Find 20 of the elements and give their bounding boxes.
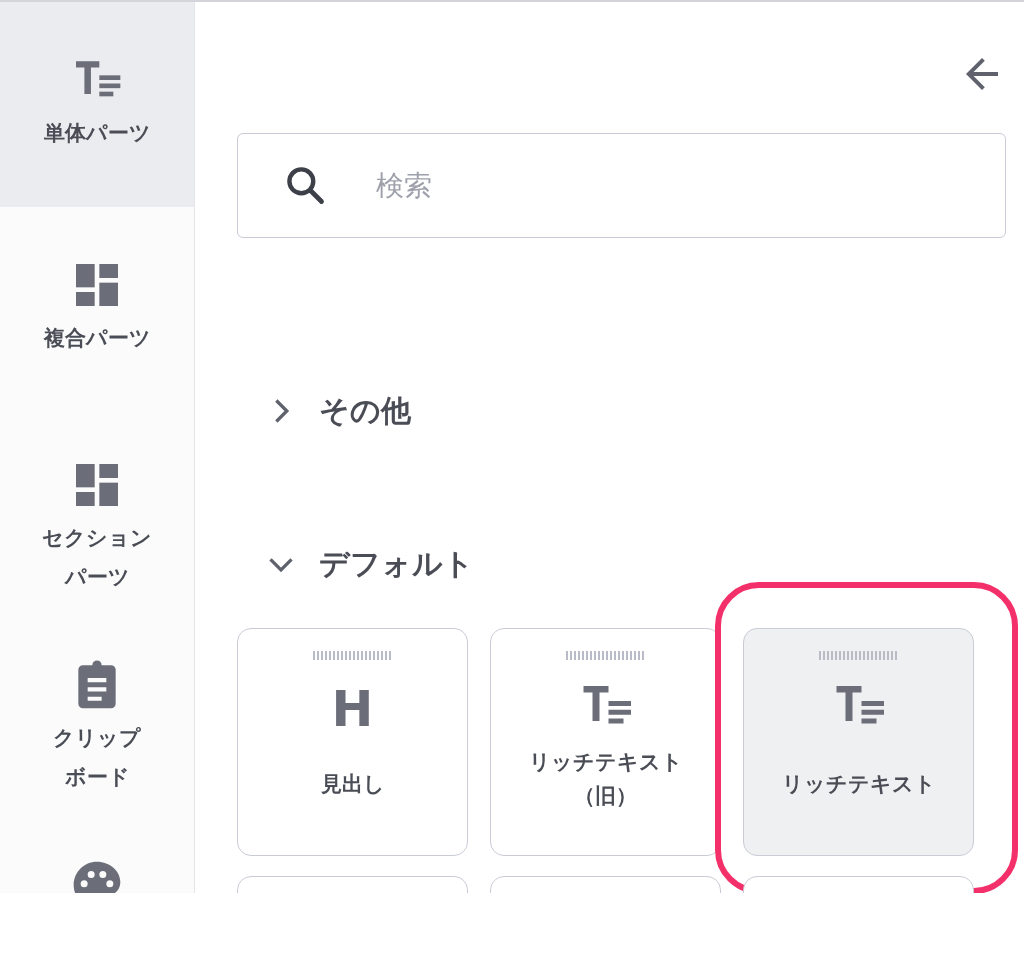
sidebar-label: ボード [64,763,130,791]
search-field[interactable]: 検索 [237,133,1006,238]
sidebar-label: 複合パーツ [43,325,151,352]
card-label: （旧） [574,782,637,810]
sidebar-item[interactable]: 単体パーツ [0,2,194,207]
group-header[interactable]: その他 [267,388,411,433]
part-card[interactable]: リッチテキスト [743,628,974,856]
card-label: リッチテキスト [781,771,936,798]
card-label: リッチテキスト [528,749,683,776]
sidebar-label: 単体パーツ [43,120,151,147]
sidebar-item[interactable]: セクション パーツ [0,407,194,607]
sidebar-item[interactable]: 複合パーツ [0,207,194,407]
group-header[interactable]: デフォルト [267,541,474,586]
heading-glyph: H [331,680,374,738]
card-label: 見出し [320,771,385,798]
part-card[interactable]: H 見出し [237,628,468,856]
sidebar-item[interactable]: クリップ ボード [0,607,194,807]
sidebar-label: パーツ [64,563,130,591]
sidebar-label: セクション [42,525,152,552]
sidebar-label: クリップ [53,725,141,752]
